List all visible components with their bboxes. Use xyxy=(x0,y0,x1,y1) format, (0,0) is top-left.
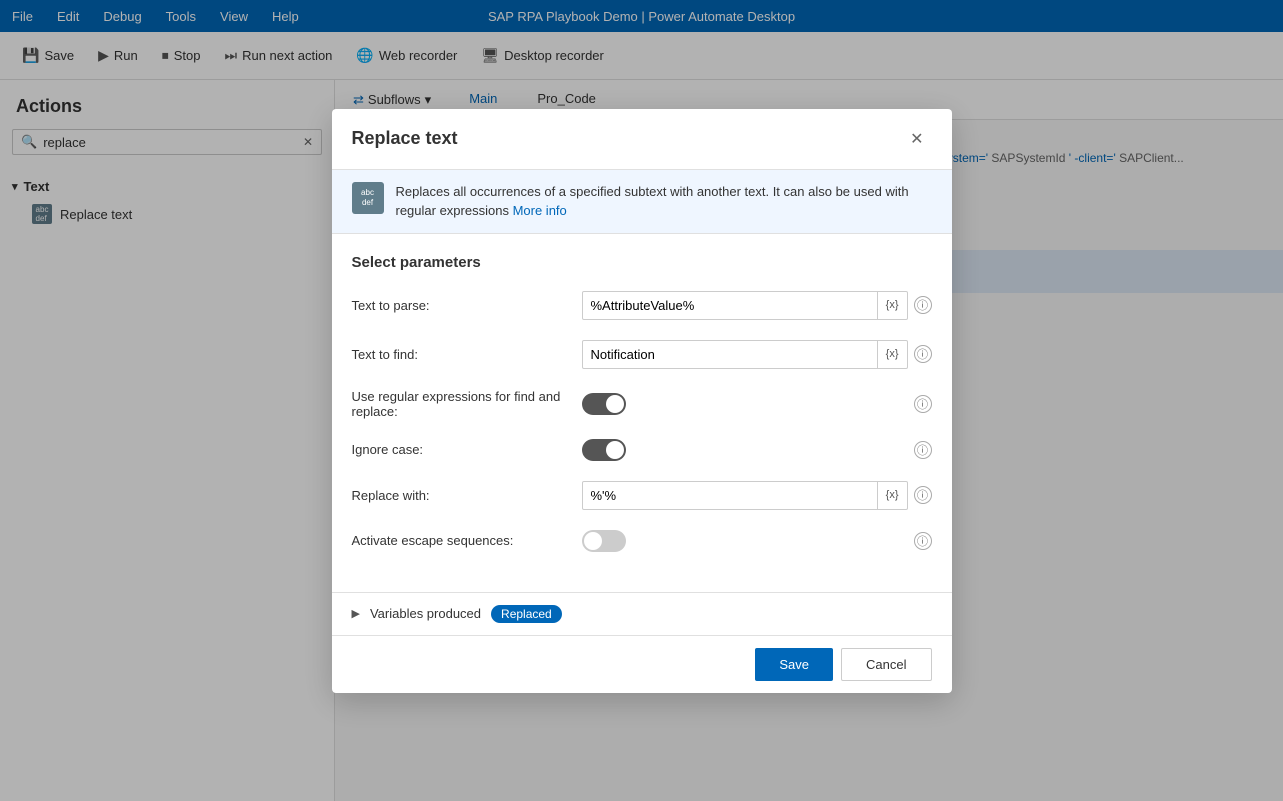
use-regex-info-icon[interactable]: ⓘ xyxy=(914,395,932,413)
text-to-find-label: Text to find: xyxy=(352,347,582,362)
dialog-close-button[interactable]: ✕ xyxy=(902,125,931,153)
dialog-overlay: Replace text ✕ abcdef Replaces all occur… xyxy=(0,0,1283,801)
param-use-regex: Use regular expressions for find and rep… xyxy=(352,389,932,419)
replace-with-info-icon[interactable]: ⓘ xyxy=(914,486,932,504)
replaced-badge: Replaced xyxy=(491,605,562,623)
use-regex-toggle[interactable] xyxy=(582,393,626,415)
replace-with-label: Replace with: xyxy=(352,488,582,503)
dialog-body: Select parameters Text to parse: {x} ⓘ T… xyxy=(332,234,952,592)
text-to-find-var-button[interactable]: {x} xyxy=(877,341,907,368)
activate-escape-toggle-thumb xyxy=(584,532,602,550)
text-to-find-input-group: {x} xyxy=(582,340,908,369)
use-regex-label: Use regular expressions for find and rep… xyxy=(352,389,582,419)
use-regex-control: ⓘ xyxy=(582,393,932,415)
text-to-find-input[interactable] xyxy=(583,341,877,368)
text-to-find-info-icon[interactable]: ⓘ xyxy=(914,345,932,363)
activate-escape-toggle-track xyxy=(582,530,626,552)
dialog-info-banner: abcdef Replaces all occurrences of a spe… xyxy=(332,170,952,234)
dialog-header: Replace text ✕ xyxy=(332,109,952,170)
param-activate-escape: Activate escape sequences: ⓘ xyxy=(352,530,932,552)
ignore-case-toggle[interactable] xyxy=(582,439,626,461)
text-to-parse-var-button[interactable]: {x} xyxy=(877,292,907,319)
replace-with-control: {x} ⓘ xyxy=(582,481,932,510)
replace-with-input-group: {x} xyxy=(582,481,908,510)
activate-escape-info-icon[interactable]: ⓘ xyxy=(914,532,932,550)
dialog-title: Replace text xyxy=(352,128,458,149)
dialog-save-button[interactable]: Save xyxy=(755,648,833,681)
activate-escape-label: Activate escape sequences: xyxy=(352,533,582,548)
activate-escape-control: ⓘ xyxy=(582,530,932,552)
activate-escape-toggle[interactable] xyxy=(582,530,626,552)
param-text-to-parse: Text to parse: {x} ⓘ xyxy=(352,291,932,320)
replace-text-dialog: Replace text ✕ abcdef Replaces all occur… xyxy=(332,109,952,693)
variables-produced-header[interactable]: ▶ Variables produced Replaced xyxy=(352,605,932,623)
dialog-footer: Save Cancel xyxy=(332,635,952,693)
text-to-find-control: {x} ⓘ xyxy=(582,340,932,369)
ignore-case-toggle-thumb xyxy=(606,441,624,459)
dialog-info-text: Replaces all occurrences of a specified … xyxy=(396,182,932,221)
ignore-case-control: ⓘ xyxy=(582,439,932,461)
vars-label: Variables produced xyxy=(370,606,481,621)
ignore-case-toggle-track xyxy=(582,439,626,461)
param-replace-with: Replace with: {x} ⓘ xyxy=(352,481,932,510)
text-to-parse-control: {x} ⓘ xyxy=(582,291,932,320)
dialog-cancel-button[interactable]: Cancel xyxy=(841,648,931,681)
text-to-parse-input-group: {x} xyxy=(582,291,908,320)
variables-produced-section: ▶ Variables produced Replaced xyxy=(332,592,952,635)
ignore-case-info-icon[interactable]: ⓘ xyxy=(914,441,932,459)
section-title: Select parameters xyxy=(352,254,932,271)
param-text-to-find: Text to find: {x} ⓘ xyxy=(352,340,932,369)
param-ignore-case: Ignore case: ⓘ xyxy=(352,439,932,461)
text-to-parse-input[interactable] xyxy=(583,292,877,319)
text-to-parse-label: Text to parse: xyxy=(352,298,582,313)
replace-with-var-button[interactable]: {x} xyxy=(877,482,907,509)
use-regex-toggle-thumb xyxy=(606,395,624,413)
dialog-action-icon: abcdef xyxy=(352,182,384,214)
use-regex-toggle-track xyxy=(582,393,626,415)
replace-with-input[interactable] xyxy=(583,482,877,509)
ignore-case-label: Ignore case: xyxy=(352,442,582,457)
more-info-link[interactable]: More info xyxy=(513,203,567,218)
text-to-parse-info-icon[interactable]: ⓘ xyxy=(914,296,932,314)
vars-chevron-icon: ▶ xyxy=(352,607,360,620)
